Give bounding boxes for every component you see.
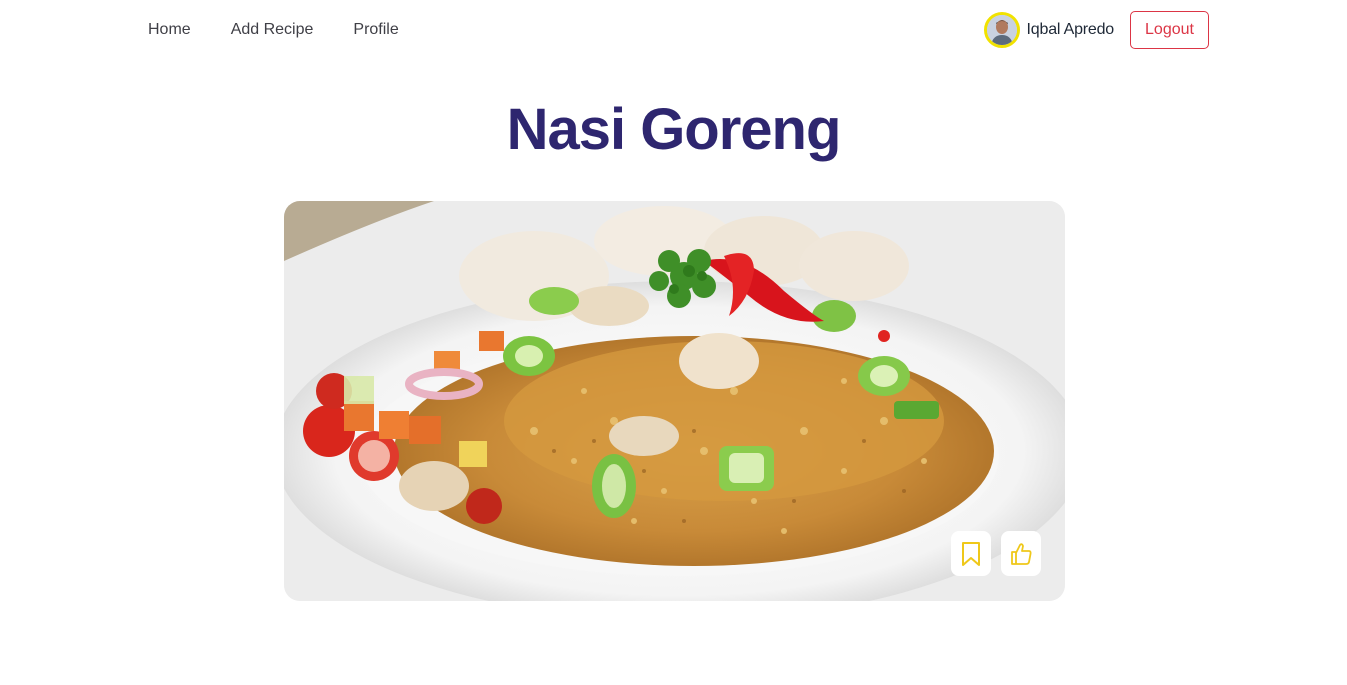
save-recipe-button[interactable]: [951, 531, 991, 576]
page-title: Nasi Goreng: [506, 97, 842, 162]
nav-link-home[interactable]: Home: [148, 19, 191, 41]
username[interactable]: Iqbal Apredo: [1027, 21, 1115, 39]
nav-links: Home Add Recipe Profile: [148, 19, 439, 41]
nav-link-add-recipe[interactable]: Add Recipe: [231, 19, 314, 41]
user-menu: Iqbal Apredo Logout: [983, 11, 1209, 49]
user-avatar-icon: [986, 15, 1017, 45]
bookmark-icon: [962, 541, 980, 566]
avatar[interactable]: [983, 12, 1020, 48]
like-recipe-button[interactable]: [1001, 531, 1041, 576]
nasi-goreng-photo-icon: [284, 201, 1065, 601]
nav-link-profile[interactable]: Profile: [353, 19, 398, 41]
navbar: Home Add Recipe Profile Iqbal Apredo Log…: [0, 0, 1347, 62]
thumbs-up-icon: [1011, 542, 1032, 565]
recipe-image: [284, 201, 1065, 601]
logout-button[interactable]: Logout: [1130, 11, 1209, 49]
